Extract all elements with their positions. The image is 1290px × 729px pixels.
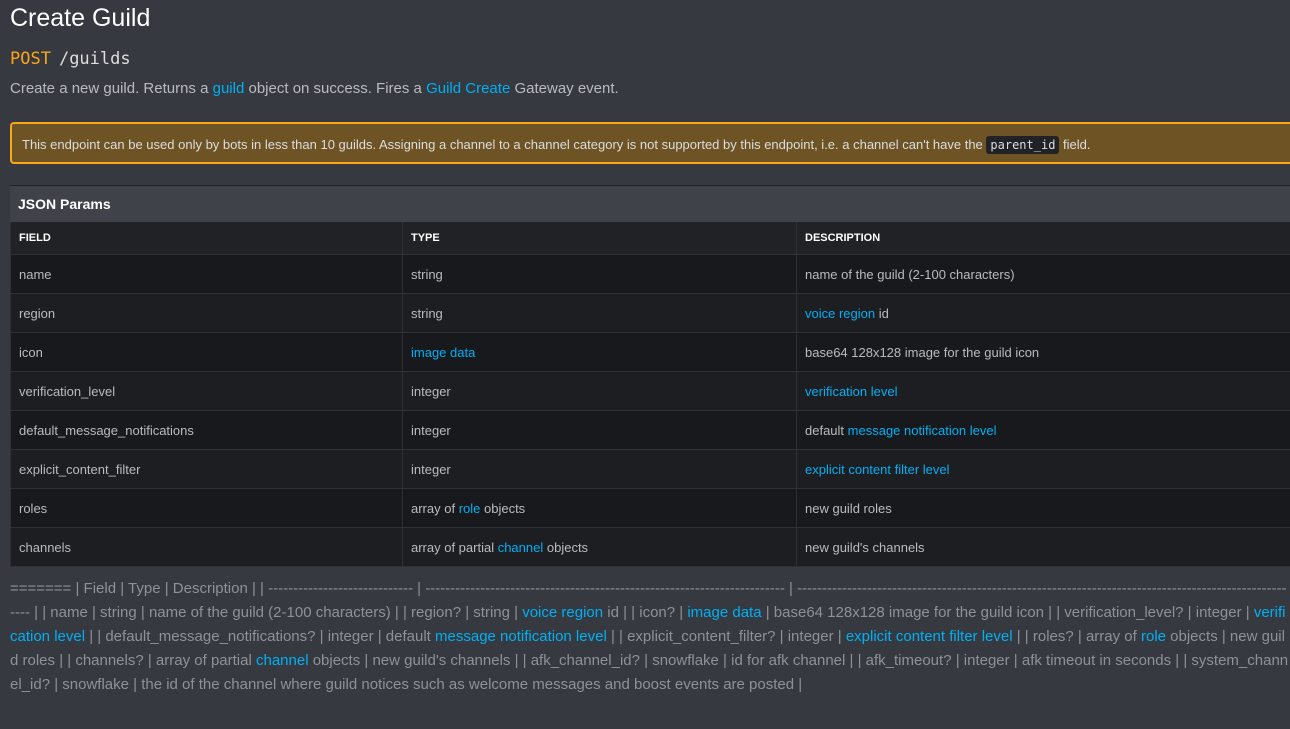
guild-create-event-link[interactable]: Guild Create [426,80,510,97]
endpoint-description: Create a new guild. Returns a guild obje… [10,79,1290,99]
table-row: roles array of role objects new guild role… [10,488,1290,528]
doc-link[interactable]: voice region [805,306,875,321]
description-text: Gateway event. [510,80,619,97]
doc-link[interactable]: channel [498,540,544,555]
description-cell: verification level [796,371,1290,411]
description-cell: default message notification level [796,410,1290,450]
table-row: explicit_content_filter integer explicit c… [10,449,1290,489]
column-header-field: FIELD [10,222,403,255]
table-row: region string voice region id [10,293,1290,333]
description-cell: base64 128x128 image for the guild icon [796,332,1290,372]
table-row: channels array of partial channel objects… [10,527,1290,567]
cell-text: integer [411,461,451,477]
description-cell: voice region id [796,293,1290,333]
field-cell: region [10,293,403,333]
json-params-table: FIELD TYPE DESCRIPTION name string name of… [10,222,1290,567]
raw-text: | | roles? | array of [1012,628,1141,645]
column-header-description: DESCRIPTION [796,222,1290,255]
type-cell: string [402,254,797,294]
description-cell: name of the guild (2-100 characters) [796,254,1290,294]
doc-page: Create Guild POST/guilds Create a new gu… [0,0,1290,729]
doc-link[interactable]: channel [256,652,309,669]
doc-link[interactable]: voice region [522,604,603,621]
raw-markdown-text: ======= | Field | Type | Description | |… [10,577,1290,697]
warning-text: This endpoint can be used only by bots i… [22,137,987,152]
doc-link[interactable]: verification level [805,384,898,399]
raw-text: id | | icon? | [603,604,688,621]
doc-link[interactable]: message notification level [435,628,607,645]
cell-text: array of [411,500,459,516]
table-row: icon image data base64 128x128 image for t… [10,332,1290,372]
field-cell: name [10,254,403,294]
type-cell: array of partial channel objects [402,527,797,567]
raw-text: | | explicit_content_filter? | integer | [606,628,846,645]
table-row: default_message_notifications integer defa… [10,410,1290,450]
cell-text: new guild's channels [805,539,925,555]
inline-code: parent_id [986,136,1060,154]
guild-object-link[interactable]: guild [213,80,245,97]
cell-text: new guild roles [805,500,892,516]
cell-text: integer [411,383,451,399]
field-cell: channels [10,527,403,567]
cell-text: default [805,422,848,438]
raw-text: | base64 128x128 image for the guild ico… [761,604,1254,621]
http-method: POST [10,49,51,69]
description-text: Create a new guild. Returns a [10,80,213,97]
cell-text: integer [411,422,451,438]
cell-text: id [875,305,889,321]
cell-text: array of partial [411,539,498,555]
type-cell: array of role objects [402,488,797,528]
endpoint-signature: POST/guilds [10,47,1290,71]
raw-text: | | default_message_notifications? | int… [85,628,436,645]
cell-text: objects [480,500,526,516]
column-header-type: TYPE [402,222,797,255]
type-cell: string [402,293,797,333]
description-cell: explicit content filter level [796,449,1290,489]
field-cell: roles [10,488,403,528]
cell-text: objects [543,539,589,555]
doc-link[interactable]: explicit content filter level [805,462,950,477]
cell-text: base64 128x128 image for the guild icon [805,344,1040,360]
cell-text: string [411,305,443,321]
type-cell: integer [402,449,797,489]
doc-link[interactable]: role [459,501,481,516]
field-cell: explicit_content_filter [10,449,403,489]
table-header-row: FIELD TYPE DESCRIPTION [10,222,1290,255]
doc-link[interactable]: image data [411,345,475,360]
table-row: verification_level integer verification le… [10,371,1290,411]
doc-link[interactable]: message notification level [848,423,997,438]
description-text: object on success. Fires a [244,80,427,97]
doc-link[interactable]: role [1141,628,1166,645]
cell-text: string [411,266,443,282]
type-cell: image data [402,332,797,372]
field-cell: default_message_notifications [10,410,403,450]
description-cell: new guild's channels [796,527,1290,567]
type-cell: integer [402,410,797,450]
field-cell: icon [10,332,403,372]
field-cell: verification_level [10,371,403,411]
json-params-title: JSON Params [10,185,1290,222]
table-row: name string name of the guild (2-100 chara… [10,254,1290,294]
page-title: Create Guild [10,4,151,32]
doc-link[interactable]: image data [687,604,761,621]
json-params-section: JSON Params FIELD TYPE DESCRIPTION name s… [10,185,1290,567]
doc-link[interactable]: explicit content filter level [846,628,1013,645]
warning-callout: This endpoint can be used only by bots i… [10,122,1290,164]
warning-text: field. [1059,137,1091,152]
description-cell: new guild roles [796,488,1290,528]
endpoint-path: /guilds [58,49,131,69]
cell-text: name of the guild (2-100 characters) [805,266,1015,282]
type-cell: integer [402,371,797,411]
